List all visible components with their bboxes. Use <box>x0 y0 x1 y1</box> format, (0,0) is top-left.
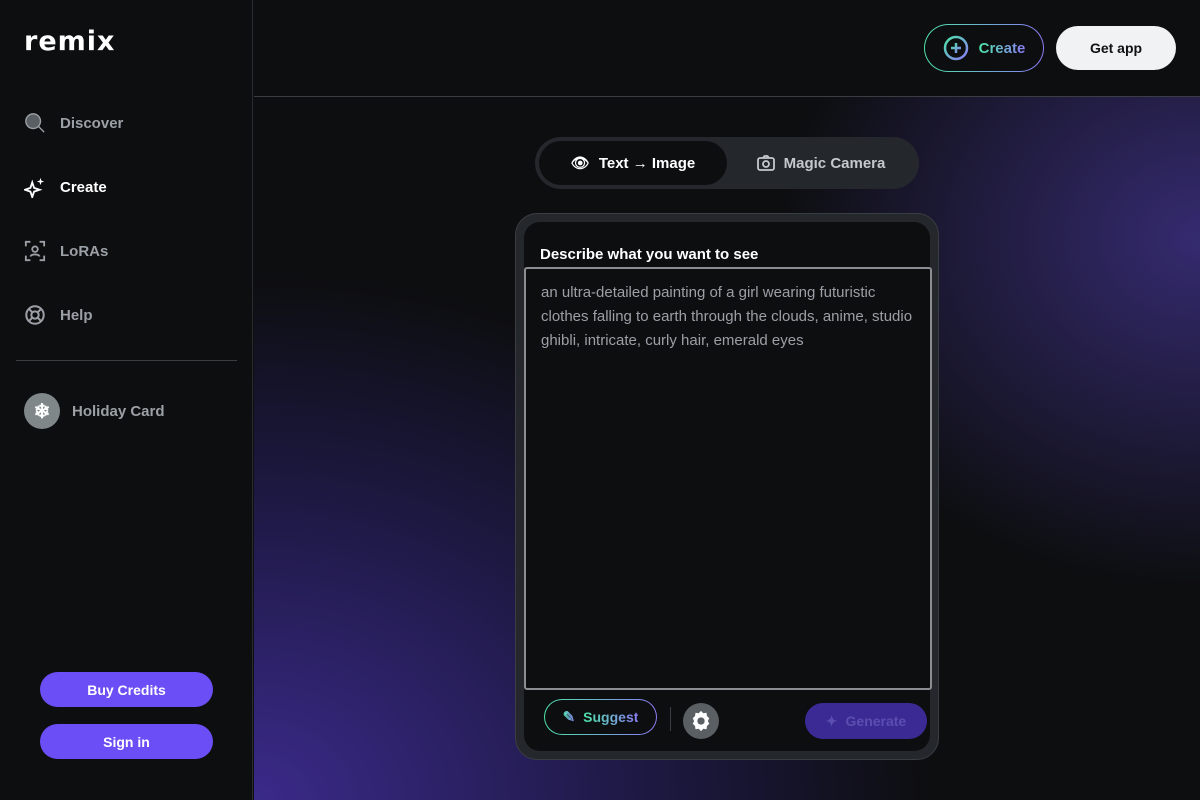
prompt-card: Describe what you want to see an ultra-d… <box>515 213 939 760</box>
sidebar-item-label: Discover <box>60 114 124 132</box>
create-label: Create <box>978 39 1026 57</box>
toolbar-divider <box>670 707 671 731</box>
camera-icon <box>756 155 775 171</box>
tab-label: Magic Camera <box>783 154 886 172</box>
sidebar-item-label: Create <box>60 178 107 196</box>
tab-magic-camera[interactable]: Magic Camera <box>727 141 915 185</box>
prompt-label: Describe what you want to see <box>540 246 759 263</box>
generate-label: Generate <box>845 713 907 729</box>
eye-icon: 👁 <box>570 155 590 172</box>
suggest-label: Suggest <box>583 709 639 725</box>
sign-in-button[interactable]: Sign in <box>40 724 213 759</box>
sidebar-item-label: Help <box>60 306 93 324</box>
generate-button[interactable]: ✦ Generate <box>805 703 927 739</box>
tab-text-to-image[interactable]: 👁 Text → Image <box>539 141 727 185</box>
tab-label: Text → Image <box>598 154 696 172</box>
search-icon <box>25 113 45 133</box>
remix-logo[interactable]: remix <box>24 26 115 57</box>
plus-circle-icon <box>943 35 968 61</box>
buy-credits-button[interactable]: Buy Credits <box>40 672 213 707</box>
face-scan-icon <box>24 240 46 262</box>
snowflake-icon: ❄ <box>24 393 60 429</box>
create-button[interactable]: Create <box>924 24 1044 72</box>
suggest-button[interactable]: ✎ Suggest <box>544 699 657 735</box>
sidebar-item-label: LoRAs <box>60 242 109 260</box>
magic-wand-icon: ✎ <box>562 709 576 726</box>
sidebar-divider <box>16 360 237 361</box>
sidebar-item-loras[interactable]: LoRAs <box>24 240 108 262</box>
get-app-button[interactable]: Get app <box>1056 26 1176 70</box>
mode-tabs: 👁 Text → Image Magic Camera <box>535 137 919 189</box>
sidebar-item-help[interactable]: Help <box>24 304 93 326</box>
lifebuoy-icon <box>25 305 45 325</box>
prompt-input[interactable]: an ultra-detailed painting of a girl wea… <box>524 267 932 690</box>
sparkles-icon <box>24 177 45 198</box>
settings-button[interactable] <box>683 703 719 739</box>
gear-icon <box>692 710 710 732</box>
sidebar-item-create[interactable]: Create <box>24 176 107 198</box>
sidebar-item-label: Holiday Card <box>72 402 165 420</box>
sparkles-icon: ✦ <box>825 712 838 729</box>
sidebar: remix Discover Create LoRAs Help ❄ Holid… <box>0 0 253 800</box>
sidebar-item-discover[interactable]: Discover <box>24 112 123 134</box>
sidebar-item-holiday-card[interactable]: ❄ Holiday Card <box>24 393 165 429</box>
